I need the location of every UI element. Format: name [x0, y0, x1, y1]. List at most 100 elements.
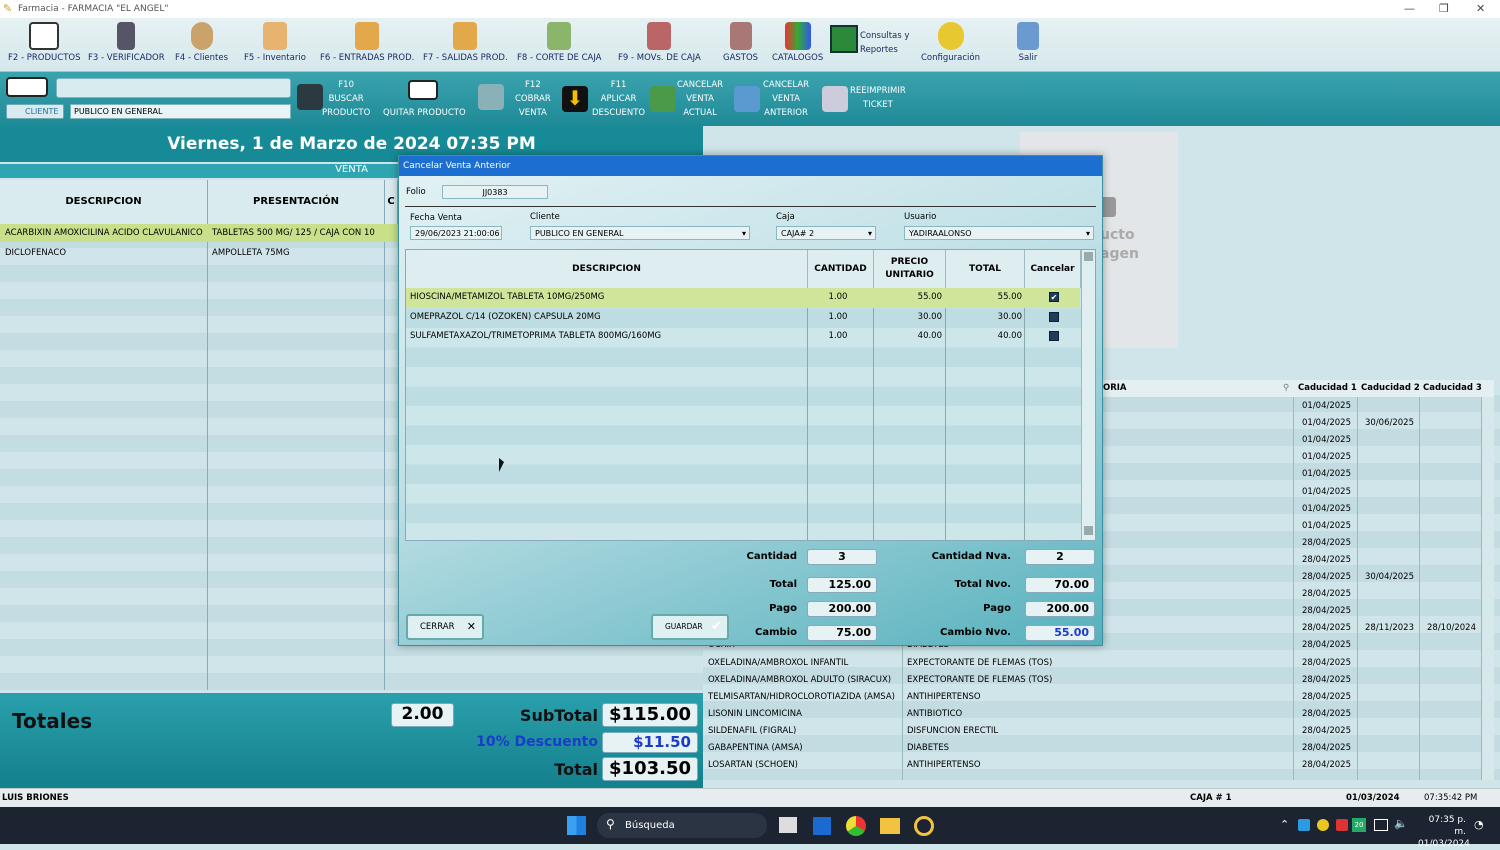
- tray-app-icon[interactable]: [1317, 819, 1329, 831]
- cancel-checkbox[interactable]: [1049, 311, 1059, 322]
- product-cell-c1: 28/04/2025: [1302, 623, 1351, 634]
- pago-nvo-field[interactable]: 200.00: [1025, 601, 1095, 617]
- product-cell-c1: 28/04/2025: [1302, 657, 1351, 668]
- product-row[interactable]: TELMISARTAN/HIDROCLOROTIAZIDA (AMSA) ANTI…: [703, 689, 1481, 706]
- salidas-button[interactable]: F7 - SALIDAS PROD.: [423, 22, 508, 63]
- salir-button[interactable]: Salir: [1017, 22, 1039, 63]
- check-icon: ✔: [711, 619, 722, 634]
- product-row[interactable]: GABAPENTINA (AMSA) DIABETES 28/04/2025: [703, 740, 1481, 757]
- cancel-cell-cant: 1.00: [828, 311, 848, 322]
- file-explorer-icon[interactable]: [880, 818, 900, 834]
- product-cell-c1: 01/04/2025: [1302, 435, 1351, 446]
- network-icon[interactable]: [1374, 819, 1388, 831]
- shield-icon[interactable]: [1298, 819, 1310, 831]
- entradas-button[interactable]: F6 - ENTRADAS PROD.: [320, 22, 414, 63]
- quitar-producto-button[interactable]: QUITAR PRODUCTO: [383, 106, 466, 120]
- reimprimir-ticket-button[interactable]: REEIMPRIMIR TICKET: [850, 84, 906, 112]
- product-row[interactable]: LISONIN LINCOMICINA ANTIBIOTICO 28/04/2025: [703, 706, 1481, 723]
- printer-icon: [822, 86, 848, 112]
- windows-start-icon[interactable]: [567, 816, 586, 835]
- barcode-input[interactable]: [56, 78, 291, 98]
- catalogos-button[interactable]: CATALOGOS: [772, 22, 823, 63]
- main-ribbon: F2 - PRODUCTOS F3 - VERIFICADOR F4 - Cli…: [0, 18, 1500, 72]
- close-icon: ✕: [466, 620, 476, 633]
- aplicar-descuento-button[interactable]: F11 APLICAR DESCUENTO: [592, 78, 645, 120]
- tray-app2-icon[interactable]: [1336, 819, 1348, 831]
- chevron-up-icon[interactable]: ⌃: [1280, 818, 1289, 831]
- consultas-button[interactable]: Consultas y Reportes: [860, 29, 909, 57]
- store-icon[interactable]: [813, 817, 831, 835]
- cancel-checkbox[interactable]: [1049, 331, 1059, 341]
- arrow-down-icon: ⬇: [562, 86, 588, 112]
- gastos-button[interactable]: GASTOS: [723, 22, 758, 63]
- caja-select[interactable]: CAJA# 2 ▾: [776, 226, 876, 240]
- taskbar-search[interactable]: ⚲ Búsqueda: [597, 813, 767, 838]
- tray-badge[interactable]: 20: [1352, 818, 1366, 832]
- product-cell-name: LISONIN LINCOMICINA: [708, 708, 802, 719]
- search-icon[interactable]: ⚲: [1283, 380, 1289, 397]
- clientes-button[interactable]: F4 - Clientes: [175, 22, 228, 63]
- product-row[interactable]: OXELADINA/AMBROXOL INFANTIL EXPECTORANTE …: [703, 655, 1481, 672]
- close-icon[interactable]: ✕: [1476, 2, 1485, 15]
- cancelar-venta-anterior-button[interactable]: CANCELAR VENTA ANTERIOR: [763, 78, 809, 120]
- product-cell-c1: 28/04/2025: [1302, 589, 1351, 600]
- cancelar-venta-actual-button[interactable]: CANCELAR VENTA ACTUAL: [677, 78, 723, 120]
- product-row[interactable]: SILDENAFIL (FIGRAL) DISFUNCION ERECTIL 28/…: [703, 723, 1481, 740]
- exit-icon: [1017, 22, 1039, 50]
- product-row[interactable]: LOSARTAN (SCHOEN) ANTIHIPERTENSO 28/04/202…: [703, 757, 1481, 774]
- cambio-nvo-field: 55.00: [1025, 625, 1095, 641]
- configuracion-button[interactable]: Configuración: [921, 22, 980, 63]
- cobrar-venta-button[interactable]: F12 COBRAR VENTA: [515, 78, 551, 120]
- product-cell-c1: 01/04/2025: [1302, 503, 1351, 514]
- fecha-venta-field[interactable]: 29/06/2023 21:00:06: [410, 226, 502, 240]
- cancel-cell-desc: SULFAMETAXAZOL/TRIMETOPRIMA TABLETA 800M…: [410, 331, 662, 341]
- taskbar: ⚲ Búsqueda ⌃ 20 🔈 07:35 p. m. 01/03/2024 …: [0, 807, 1500, 849]
- box-in-icon: [355, 22, 380, 50]
- chrome-icon[interactable]: [846, 816, 866, 836]
- product-grid-scrollbar[interactable]: [1481, 397, 1494, 780]
- scanner-icon: [117, 22, 136, 50]
- cancel-checkbox[interactable]: ✔: [1049, 292, 1059, 302]
- product-cell-c1: 01/04/2025: [1302, 520, 1351, 531]
- app-icon[interactable]: [914, 816, 934, 836]
- productos-button[interactable]: F2 - PRODUCTOS: [8, 22, 80, 63]
- product-grid-header: ORIA ⚲ Caducidad 1 Caducidad 2 Caducidad…: [1100, 380, 1494, 397]
- cliente-select[interactable]: PUBLICO EN GENERAL ▾: [530, 226, 750, 240]
- dialog-grid-scrollbar[interactable]: [1081, 250, 1095, 540]
- volume-icon[interactable]: 🔈: [1394, 817, 1408, 830]
- cliente-button[interactable]: CLIENTE: [6, 104, 64, 119]
- folio-field[interactable]: JJ0383: [442, 185, 548, 199]
- barcode-icon: [29, 22, 60, 50]
- cancel-item-row[interactable]: OMEPRAZOL C/14 (OZOKEN) CAPSULA 20MG 1.00…: [406, 308, 1080, 328]
- cancel-cell-precio: 30.00: [917, 311, 942, 322]
- product-cell-c1: 28/04/2025: [1302, 554, 1351, 565]
- minimize-icon[interactable]: —: [1404, 2, 1415, 15]
- cerrar-button[interactable]: CERRAR ✕: [406, 614, 484, 640]
- cantidad-nva-field[interactable]: 2: [1025, 549, 1095, 565]
- taskbar-clock[interactable]: 07:35 p. m. 01/03/2024: [1418, 814, 1470, 850]
- buscar-producto-button[interactable]: F10 BUSCAR PRODUCTO: [322, 78, 370, 120]
- product-cell-c1: 28/04/2025: [1302, 606, 1351, 617]
- cancel-cell-total: 30.00: [997, 311, 1022, 322]
- inventario-button[interactable]: F5 - Inventario: [244, 22, 306, 63]
- corte-caja-button[interactable]: F8 - CORTE DE CAJA: [517, 22, 602, 63]
- product-cell-c1: 01/04/2025: [1302, 401, 1351, 411]
- product-cell-name: GABAPENTINA (AMSA): [708, 743, 803, 753]
- product-cell-c1: 01/04/2025: [1302, 418, 1351, 429]
- movs-caja-button[interactable]: F9 - MOVs. DE CAJA: [618, 22, 701, 63]
- app-icon: ✎: [3, 2, 13, 15]
- verificador-button[interactable]: F3 - VERIFICADOR: [88, 22, 165, 63]
- product-row[interactable]: OXELADINA/AMBROXOL ADULTO (SIRACUX) EXPEC…: [703, 672, 1481, 689]
- cancel-item-row[interactable]: HIOSCINA/METAMIZOL TABLETA 10MG/250MG 1.0…: [406, 288, 1080, 308]
- usuario-select[interactable]: YADIRAALONSO ▾: [904, 226, 1094, 240]
- notifications-icon[interactable]: ◔: [1474, 818, 1484, 831]
- chart-icon: [830, 25, 858, 53]
- catalog-icon: [784, 22, 811, 50]
- cart-icon: [478, 84, 504, 110]
- product-cell-c1: 01/04/2025: [1302, 452, 1351, 463]
- restore-icon[interactable]: ❐: [1439, 2, 1449, 15]
- guardar-button[interactable]: GUARDAR ✔: [651, 614, 729, 640]
- cancel-item-row[interactable]: SULFAMETAXAZOL/TRIMETOPRIMA TABLETA 800M…: [406, 327, 1080, 347]
- product-cell-cat: EXPECTORANTE DE FLEMAS (TOS): [907, 674, 1053, 685]
- task-view-icon[interactable]: [779, 817, 797, 833]
